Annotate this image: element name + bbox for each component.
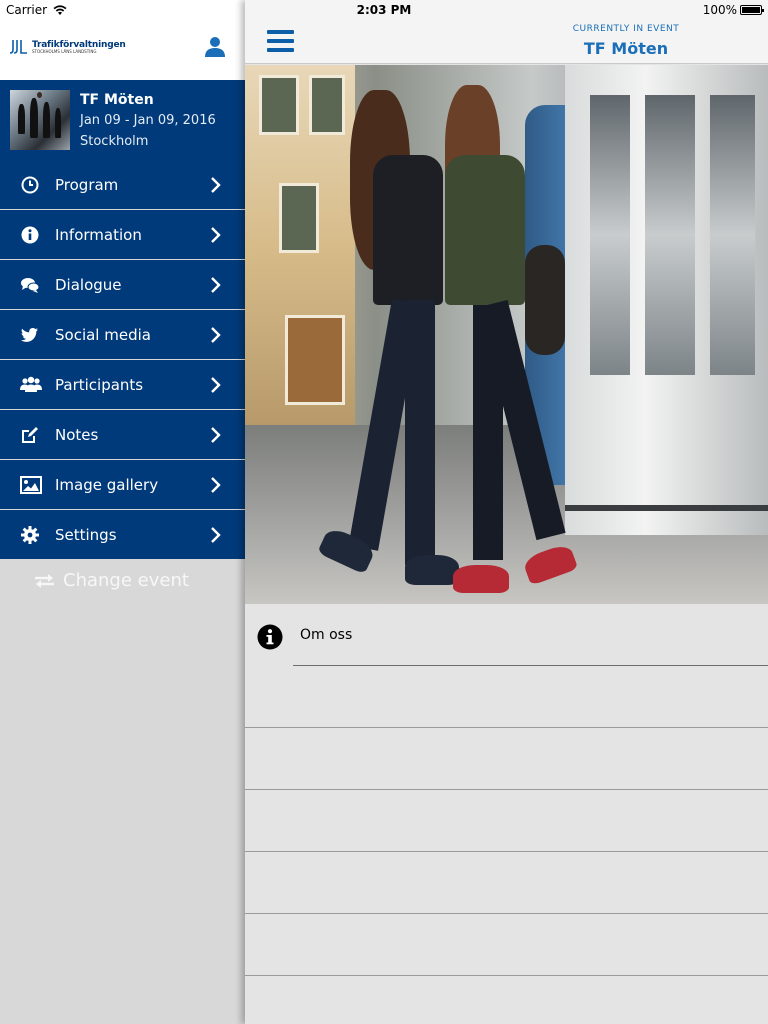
chat-bubbles-icon [21,278,40,293]
chevron-right-icon [211,377,221,393]
sidebar-item-label: Notes [55,425,99,444]
chevron-right-icon [211,227,221,243]
battery-percent: 100% [702,3,737,17]
logo-subtitle: STOCKHOLMS LÄNS LANDSTING [32,48,97,54]
edit-note-icon [22,427,38,443]
chevron-right-icon [211,327,221,343]
hamburger-line [267,48,294,52]
main-panel: CURRENTLY IN EVENT TF Möten Om oss [245,0,768,1024]
people-icon [20,376,42,392]
hamburger-line [267,30,294,34]
empty-row [245,852,768,914]
nav-title: TF Möten [583,39,669,58]
info-icon [21,226,39,244]
hamburger-line [267,39,294,43]
sidebar-item-label: Image gallery [55,475,159,494]
event-location: Stockholm [80,134,149,149]
sidebar: Trafikförvaltningen STOCKHOLMS LÄNS LAND… [0,0,245,1024]
status-bar: Carrier 2:03 PM 100% [0,0,768,20]
change-event-label: Change event [63,570,189,591]
clock-icon [21,176,39,194]
twitter-bird-icon [20,328,38,342]
sidebar-item-label: Settings [55,525,117,544]
sidebar-item-settings[interactable]: Settings [0,510,245,560]
status-time: 2:03 PM [356,3,412,17]
user-profile-icon[interactable] [204,36,226,58]
picture-icon [20,476,42,494]
menu-toggle-button[interactable] [267,30,294,53]
swap-arrows-icon [35,573,54,588]
event-thumbnail [10,90,70,150]
sidebar-item-dialogue[interactable]: Dialogue [0,260,245,310]
sidebar-item-participants[interactable]: Participants [0,360,245,410]
chevron-right-icon [211,477,221,493]
change-event-button[interactable]: Change event [34,570,189,591]
sidebar-item-social-media[interactable]: Social media [0,310,245,360]
sidebar-item-information[interactable]: Information [0,210,245,260]
trafikforvaltningen-logo: Trafikförvaltningen STOCKHOLMS LÄNS LAND… [10,40,126,54]
list-item-label: Om oss [300,627,353,643]
sidebar-item-notes[interactable]: Notes [0,410,245,460]
sidebar-item-program[interactable]: Program [0,160,245,210]
sidebar-item-label: Participants [55,375,144,394]
empty-row [245,728,768,790]
info-circle-icon [257,624,283,650]
chevron-right-icon [211,177,221,193]
chevron-right-icon [211,427,221,443]
event-content-list: Om oss [245,604,768,976]
nav-pretitle: CURRENTLY IN EVENT [572,24,680,34]
current-event-card[interactable]: TF Möten Jan 09 - Jan 09, 2016 Stockholm [0,80,245,160]
empty-row [245,666,768,728]
sidebar-item-image-gallery[interactable]: Image gallery [0,460,245,510]
empty-row [245,914,768,976]
chevron-right-icon [211,277,221,293]
event-hero-image [245,65,768,604]
gear-icon [21,526,39,544]
sidebar-menu: Program Information Dialogue Social medi… [0,160,245,560]
empty-row [245,790,768,852]
logo-mark-icon [10,40,27,54]
sidebar-item-label: Social media [55,325,151,344]
sidebar-item-label: Dialogue [55,275,122,294]
battery-icon [740,5,764,15]
sidebar-item-label: Program [55,175,119,194]
list-item-om-oss[interactable]: Om oss [245,604,768,666]
event-dates: Jan 09 - Jan 09, 2016 [80,113,216,128]
sidebar-item-label: Information [55,225,142,244]
chevron-right-icon [211,527,221,543]
event-title: TF Möten [80,92,154,108]
